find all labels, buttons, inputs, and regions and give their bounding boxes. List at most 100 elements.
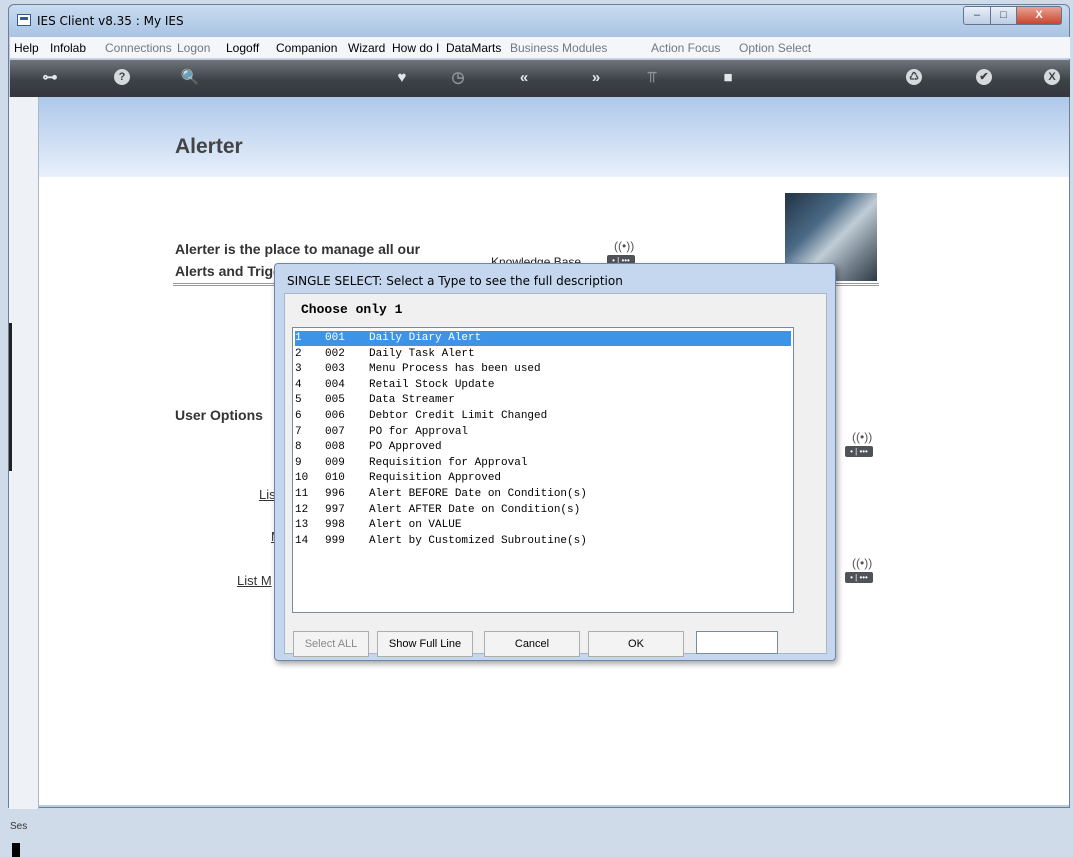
page-title: Alerter <box>175 135 243 158</box>
list-item-code: 001 <box>325 332 345 344</box>
link-list-m[interactable]: List M <box>237 573 272 588</box>
list-item-desc: Daily Task Alert <box>369 347 475 360</box>
header-band: Alerter <box>39 97 1069 177</box>
wifi-icon: ((•)) <box>614 239 635 253</box>
ok-button[interactable]: OK <box>588 631 684 657</box>
list-item-desc: Daily Diary Alert <box>369 332 482 344</box>
list-item-num: 2 <box>295 347 302 360</box>
alert-type-list[interactable]: 1 001 Daily Diary Alert 2 002 Daily Task Aler… <box>292 327 794 613</box>
minimize-button[interactable]: – <box>963 6 991 25</box>
menu-item-option-select[interactable]: Option Select <box>739 41 811 55</box>
select-all-button[interactable]: Select ALL <box>293 631 369 657</box>
menu-item-how-do-i[interactable]: How do I <box>392 41 439 55</box>
wifi-icon: ((•)) <box>852 430 873 444</box>
list-item[interactable]: 3 003 Menu Process has been used <box>295 362 791 377</box>
list-item-desc: Alert BEFORE Date on Condition(s) <box>369 488 587 500</box>
list-item-num: 14 <box>295 534 309 547</box>
key-icon[interactable]: ⊶ <box>38 69 62 87</box>
list-item-num: 9 <box>295 456 302 469</box>
filter-input[interactable] <box>696 631 778 654</box>
list-item-num: 12 <box>295 503 309 516</box>
list-item[interactable]: 7 007 PO for Approval <box>295 425 791 440</box>
list-item-num: 10 <box>295 472 309 485</box>
maximize-button[interactable]: □ <box>990 6 1017 25</box>
menu-item-connections[interactable]: Connections <box>105 41 172 55</box>
list-item-code: 010 <box>325 472 345 485</box>
cancel-button[interactable]: Cancel <box>484 631 580 657</box>
info-bridge-icon-1[interactable]: ((•)) • | ••• <box>845 430 873 460</box>
rewind-icon[interactable]: « <box>512 69 536 87</box>
menu-item-action-focus[interactable]: Action Focus <box>651 41 720 55</box>
dialog-body: Choose only 1 1 001 Daily Diary Alert 2 002 D… <box>284 293 827 657</box>
list-item[interactable]: 14 999 Alert by Customized Subroutine(s) <box>295 534 791 549</box>
list-item-desc: Data Streamer <box>369 394 455 407</box>
list-item-code: 002 <box>325 347 345 360</box>
title-bar: IES Client v8.35 : My IES – □ X <box>9 5 1069 37</box>
menu-item-companion[interactable]: Companion <box>276 41 337 55</box>
list-item-desc: Requisition Approved <box>369 472 502 485</box>
stop-icon[interactable]: ■ <box>716 69 740 87</box>
exit-icon[interactable]: X <box>1044 69 1060 85</box>
list-item[interactable]: 12 997 Alert AFTER Date on Condition(s) <box>295 503 791 518</box>
menu-item-wizard[interactable]: Wizard <box>348 41 385 55</box>
list-item-num: 6 <box>295 410 302 422</box>
list-item-desc: Alert on VALUE <box>369 519 462 532</box>
list-item[interactable]: 2 002 Daily Task Alert <box>295 347 791 362</box>
list-item[interactable]: 6 006 Debtor Credit Limit Changed <box>295 409 791 424</box>
list-item-desc: PO for Approval <box>369 425 469 438</box>
list-item-desc: Menu Process has been used <box>369 363 541 376</box>
list-item-num: 7 <box>295 425 302 438</box>
list-item[interactable]: 4 004 Retail Stock Update <box>295 378 791 393</box>
list-item-desc: Requisition for Approval <box>369 456 528 469</box>
list-item[interactable]: 1 001 Daily Diary Alert <box>295 331 791 346</box>
list-item[interactable]: 11 996 Alert BEFORE Date on Condition(s) <box>295 487 791 502</box>
help-icon[interactable]: ? <box>114 69 130 85</box>
recycle-icon[interactable]: ♺ <box>906 69 922 85</box>
menu-item-datamarts[interactable]: DataMarts <box>446 41 501 55</box>
menu-item-help[interactable]: Help <box>14 41 39 55</box>
intro-line-1: Alerter is the place to manage all our <box>175 241 421 257</box>
list-item-code: 996 <box>325 488 345 500</box>
tools-icon[interactable]: ⫪ <box>640 69 664 87</box>
list-item-num: 8 <box>295 441 302 454</box>
list-item-code: 997 <box>325 503 345 516</box>
check-icon[interactable]: ✔ <box>976 69 992 85</box>
list-item-desc: Debtor Credit Limit Changed <box>369 410 548 422</box>
menu-item-business-modules[interactable]: Business Modules <box>510 41 607 55</box>
forward-icon[interactable]: » <box>584 69 608 87</box>
list-item[interactable]: 13 998 Alert on VALUE <box>295 518 791 533</box>
list-item-num: 4 <box>295 378 302 391</box>
router-icon: • | ••• <box>845 572 873 583</box>
info-bridge-icon-2[interactable]: ((•)) • | ••• <box>845 556 873 586</box>
dialog-title: SINGLE SELECT: Select a Type to see the … <box>287 274 623 288</box>
clock-icon[interactable]: ◷ <box>446 69 470 87</box>
list-item[interactable]: 8 008 PO Approved <box>295 440 791 455</box>
list-item-desc: Retail Stock Update <box>369 378 495 391</box>
left-splitter[interactable] <box>9 323 12 471</box>
search-icon[interactable]: 🔍 <box>178 69 202 87</box>
list-item-desc: Alert by Customized Subroutine(s) <box>369 534 587 547</box>
app-icon <box>17 14 31 26</box>
heart-icon[interactable]: ♥ <box>390 69 414 87</box>
list-item[interactable]: 10 010 Requisition Approved <box>295 471 791 486</box>
menu-item-logoff[interactable]: Logoff <box>226 41 259 55</box>
list-item-code: 009 <box>325 456 345 469</box>
wifi-icon: ((•)) <box>852 556 873 570</box>
list-item-num: 11 <box>295 488 309 500</box>
list-item-num: 3 <box>295 363 302 376</box>
list-item[interactable]: 5 005 Data Streamer <box>295 393 791 408</box>
list-item-num: 1 <box>295 332 302 344</box>
list-item-code: 007 <box>325 425 345 438</box>
close-button[interactable]: X <box>1016 6 1062 25</box>
list-item-desc: PO Approved <box>369 441 442 454</box>
session-icon[interactable] <box>12 843 20 857</box>
menu-bar: Help Infolab Connections Logon Logoff Compani… <box>10 37 1070 59</box>
single-select-dialog: SINGLE SELECT: Select a Type to see the … <box>274 263 836 661</box>
menu-item-infolab[interactable]: Infolab <box>50 41 86 55</box>
menu-item-logon[interactable]: Logon <box>177 41 210 55</box>
user-options-heading: User Options <box>175 407 263 423</box>
list-item-code: 998 <box>325 519 345 532</box>
list-item[interactable]: 9 009 Requisition for Approval <box>295 456 791 471</box>
left-panel: Ses <box>9 97 39 857</box>
show-full-line-button[interactable]: Show Full Line <box>377 631 473 657</box>
